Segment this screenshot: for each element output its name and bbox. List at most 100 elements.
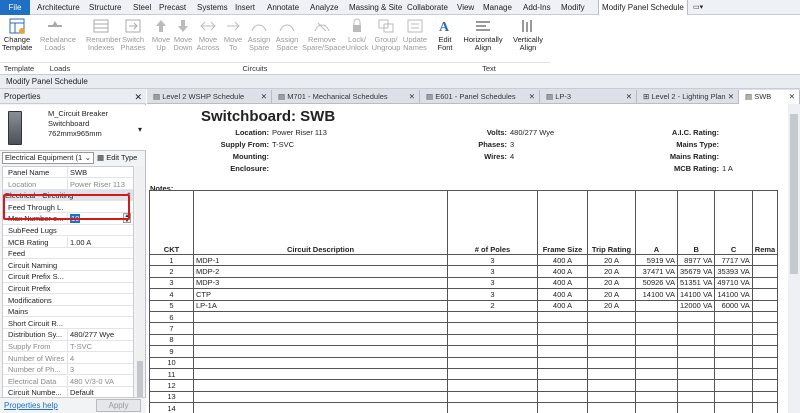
property-row[interactable]: Supply From T-SVC [3, 341, 133, 353]
table-cell[interactable] [447, 322, 538, 335]
table-cell[interactable] [751, 390, 779, 404]
table-cell[interactable] [635, 379, 678, 392]
table-cell[interactable] [447, 333, 538, 347]
tab-e601[interactable]: ▤ E601 - Panel Schedules ✕ [420, 90, 540, 104]
property-row[interactable]: Distribution Sy... 480/277 Wye [3, 329, 133, 341]
table-cell[interactable] [751, 402, 779, 413]
edit-font-button[interactable]: A Edit Font [430, 17, 460, 63]
table-cell[interactable] [193, 390, 448, 404]
table-cell[interactable] [751, 276, 779, 290]
column-header[interactable]: A [635, 190, 678, 255]
column-header[interactable]: B [676, 190, 716, 255]
table-cell[interactable] [751, 288, 779, 301]
chevron-down-icon[interactable]: ▾ [138, 125, 142, 134]
table-cell[interactable] [193, 333, 448, 347]
table-cell[interactable]: 12 [149, 379, 194, 392]
table-cell[interactable] [676, 310, 716, 324]
table-cell[interactable] [751, 356, 779, 369]
table-cell[interactable]: 13 [149, 390, 194, 404]
tab-m701[interactable]: ▤ M701 - Mechanical Schedules ✕ [272, 90, 420, 104]
table-cell[interactable]: 3 [447, 288, 538, 301]
tab-lp3[interactable]: ▤ LP-3 ✕ [540, 90, 637, 104]
close-icon[interactable]: ✕ [728, 90, 734, 103]
column-header[interactable]: C [714, 190, 753, 255]
table-cell[interactable]: 14100 VA [635, 288, 678, 301]
table-cell[interactable] [193, 379, 448, 392]
table-cell[interactable] [537, 333, 588, 347]
tab-lighting-plan[interactable]: ⊞ Level 2 - Lighting Plan ✕ [637, 90, 739, 104]
table-cell[interactable]: 12000 VA [676, 299, 716, 312]
table-cell[interactable] [193, 310, 448, 324]
table-cell[interactable] [751, 345, 779, 358]
properties-help-link[interactable]: Properties help [4, 401, 58, 410]
table-row[interactable]: 4 CTP 3 400 A 20 A 14100 VA 14100 VA 14100 VA [149, 288, 779, 301]
menu-annotate[interactable]: Annotate [264, 0, 302, 15]
table-cell[interactable]: 8977 VA [676, 253, 716, 267]
property-row[interactable]: Panel Name SWB [3, 167, 133, 179]
table-cell[interactable]: 14100 VA [676, 288, 716, 301]
table-cell[interactable] [193, 322, 448, 335]
table-cell[interactable]: 10 [149, 356, 194, 369]
table-cell[interactable]: 5919 VA [635, 253, 678, 267]
property-row[interactable]: MCB Rating 1.00 A [3, 236, 133, 248]
property-value[interactable]: T-SVC [67, 341, 133, 352]
table-row[interactable]: 9 [149, 345, 779, 358]
table-cell[interactable] [537, 345, 588, 358]
table-cell[interactable]: 14100 VA [714, 288, 753, 301]
properties-scrollbar[interactable] [136, 166, 144, 412]
menu-add-ins[interactable]: Add-Ins [520, 0, 554, 15]
menu-modify[interactable]: Modify [558, 0, 588, 15]
menu-analyze[interactable]: Analyze [307, 0, 341, 15]
table-cell[interactable] [714, 345, 753, 358]
table-cell[interactable]: MDP-3 [193, 276, 448, 290]
table-row[interactable]: 8 [149, 333, 779, 347]
group-ungroup-button[interactable]: Group/Ungroup [370, 17, 402, 63]
close-icon[interactable]: ✕ [134, 90, 142, 105]
table-cell[interactable] [676, 333, 716, 347]
table-cell[interactable] [447, 345, 538, 358]
table-cell[interactable] [587, 390, 636, 404]
table-row[interactable]: 10 [149, 356, 779, 369]
property-row[interactable]: Number of Ph... 3 [3, 364, 133, 376]
assign-spare-button[interactable]: Assign Spare [244, 17, 274, 63]
table-cell[interactable] [751, 253, 779, 267]
table-cell[interactable] [676, 356, 716, 369]
instance-filter-select[interactable]: Electrical Equipment (1 ⌄ [2, 152, 94, 164]
table-cell[interactable]: 8 [149, 333, 194, 347]
table-row[interactable]: 5 LP-1A 2 400 A 20 A 12000 VA 6000 VA [149, 299, 779, 312]
lock-unlock-button[interactable]: Lock/Unlock [342, 17, 372, 63]
property-row[interactable]: Number of Wires 4 [3, 352, 133, 364]
property-value[interactable]: 480/277 Wye [67, 329, 133, 341]
rebalance-loads-button[interactable]: Rebalance Loads [40, 17, 76, 63]
table-row[interactable]: 14 [149, 402, 779, 413]
table-cell[interactable] [537, 322, 588, 335]
table-cell[interactable]: 9 [149, 345, 194, 358]
assign-space-button[interactable]: Assign Space [272, 17, 302, 63]
table-cell[interactable] [714, 367, 753, 381]
table-cell[interactable] [587, 322, 636, 335]
property-value[interactable]: 4 [67, 352, 133, 364]
table-cell[interactable]: 11 [149, 367, 194, 381]
table-cell[interactable] [714, 379, 753, 392]
renumber-indexes-button[interactable]: Renumber Indexes [86, 17, 121, 63]
table-cell[interactable]: 50926 VA [635, 276, 678, 290]
table-cell[interactable] [447, 356, 538, 369]
table-cell[interactable]: 400 A [537, 276, 588, 290]
property-value[interactable]: Power Riser 113 [67, 178, 133, 190]
table-cell[interactable] [635, 333, 678, 347]
menu-insert[interactable]: Insert [232, 0, 258, 15]
table-cell[interactable] [635, 345, 678, 358]
close-icon[interactable]: ✕ [626, 90, 632, 103]
table-cell[interactable] [676, 379, 716, 392]
table-cell[interactable]: 3 [447, 265, 538, 278]
table-cell[interactable]: 35679 VA [676, 265, 716, 278]
property-row[interactable]: Feed [3, 248, 133, 260]
update-names-button[interactable]: Update Names [400, 17, 430, 63]
table-cell[interactable] [587, 345, 636, 358]
table-cell[interactable] [537, 356, 588, 369]
table-cell[interactable] [447, 402, 538, 413]
table-cell[interactable] [751, 299, 779, 312]
table-cell[interactable]: 2 [447, 299, 538, 312]
table-cell[interactable]: 51351 VA [676, 276, 716, 290]
table-cell[interactable]: 400 A [537, 265, 588, 278]
